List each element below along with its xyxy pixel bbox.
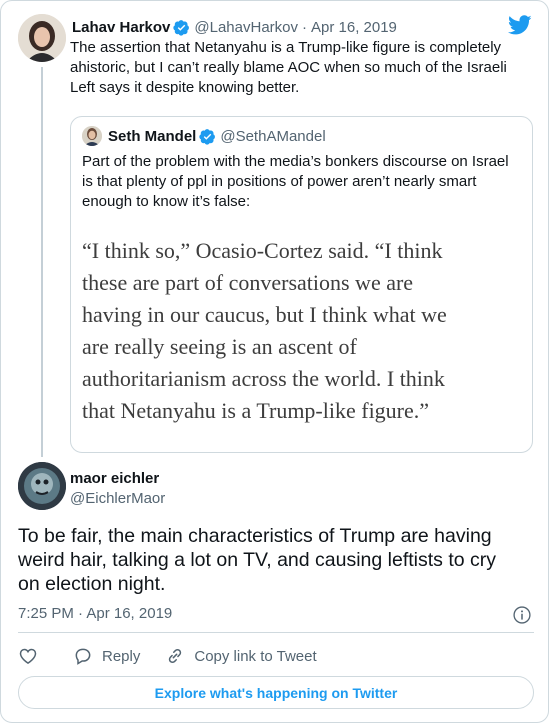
separator-dot: · (302, 18, 307, 36)
like-button[interactable] (18, 646, 38, 666)
quoted-tweet-header: Seth Mandel @SethAMandel (108, 126, 326, 146)
verified-badge-icon (173, 19, 190, 36)
quoted-avatar (82, 126, 102, 146)
tweet-timestamp[interactable]: 7:25 PM · Apr 16, 2019 (18, 605, 172, 622)
avatar-photo (18, 462, 66, 510)
excerpt-line: authoritarianism across the world. I thi… (82, 366, 445, 391)
author-name[interactable]: maor eichler (70, 470, 159, 487)
explore-twitter-button[interactable]: Explore what's happening on Twitter (18, 676, 534, 709)
quoted-tweet-text: Part of the problem with the media’s bon… (82, 152, 522, 212)
link-icon (169, 648, 182, 664)
reply-label: Reply (102, 647, 141, 665)
heart-icon (19, 648, 37, 664)
avatar-photo (82, 126, 102, 146)
parent-author-name[interactable]: Lahav Harkov (72, 19, 170, 36)
excerpt-line: having in our caucus, but I think what w… (82, 302, 447, 327)
verified-badge-icon (199, 128, 216, 145)
text-line: weird hair, talking a lot on TV, and cau… (18, 549, 497, 571)
avatar[interactable] (18, 462, 66, 510)
copy-link-label: Copy link to Tweet (194, 647, 317, 665)
text-line: ahistoric, but I can’t really blame AOC … (70, 59, 507, 76)
text-line: enough to know it’s false: (82, 193, 251, 210)
avatar-photo (18, 14, 66, 62)
quoted-tweet[interactable]: Seth Mandel @SethAMandel Part of the pro… (70, 116, 533, 453)
text-line: on election night. (18, 573, 166, 595)
info-icon[interactable] (512, 605, 532, 625)
avatar[interactable] (18, 14, 66, 62)
tweet-text: To be fair, the main characteristics of … (18, 524, 538, 596)
quoted-author-handle: @SethAMandel (220, 127, 326, 145)
text-line: Left says it despite knowing better. (70, 79, 300, 96)
author-handle[interactable]: @EichlerMaor (70, 490, 165, 507)
parent-tweet-date[interactable]: Apr 16, 2019 (311, 19, 397, 36)
tweet-embed-card: Lahav Harkov @LahavHarkov · Apr 16, 2019… (0, 0, 549, 723)
tweet-actions: Reply Copy link to Tweet (18, 645, 317, 667)
excerpt-line: that Netanyahu is a Trump-like figure.” (82, 398, 430, 423)
excerpt-line: are really seeing is an ascent of (82, 334, 357, 359)
text-line: To be fair, the main characteristics of … (18, 525, 492, 547)
reply-button[interactable]: Reply (73, 646, 140, 666)
twitter-bird-icon[interactable] (508, 13, 532, 37)
excerpt-line: these are part of conversations we are (82, 270, 414, 295)
thread-connector-line (41, 67, 43, 457)
parent-tweet-text: The assertion that Netanyahu is a Trump-… (70, 38, 530, 98)
parent-author-handle[interactable]: @LahavHarkov (194, 19, 298, 36)
parent-tweet-header: Lahav Harkov @LahavHarkov · Apr 16, 2019 (72, 17, 397, 37)
excerpt-line: “I think so,” Ocasio-Cortez said. “I thi… (82, 238, 443, 263)
quoted-author-name: Seth Mandel (108, 127, 197, 145)
speech-bubble-icon (75, 648, 91, 665)
copy-link-button[interactable]: Copy link to Tweet (165, 646, 317, 666)
text-line: Part of the problem with the media’s bon… (82, 153, 509, 170)
text-line: is that plenty of ppl in positions of po… (82, 173, 477, 190)
divider (18, 632, 534, 633)
quoted-article-excerpt-image: “I think so,” Ocasio-Cortez said. “I thi… (82, 235, 522, 445)
text-line: The assertion that Netanyahu is a Trump-… (70, 39, 502, 56)
